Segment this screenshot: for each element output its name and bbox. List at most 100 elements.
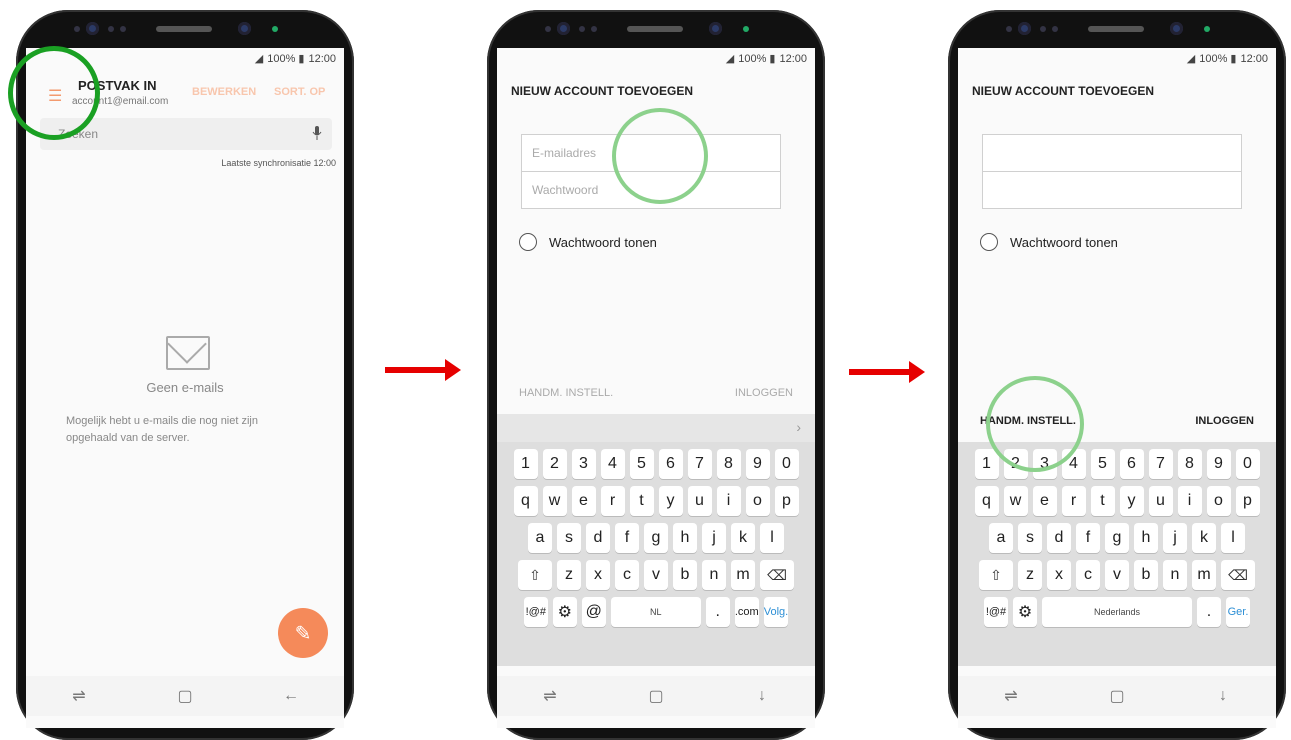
show-password-radio[interactable] xyxy=(980,233,998,251)
key[interactable]: u xyxy=(1148,486,1173,516)
chevron-right-icon[interactable]: › xyxy=(796,419,801,435)
key[interactable]: b xyxy=(1134,560,1158,590)
key[interactable]: s xyxy=(557,523,581,553)
key[interactable]: x xyxy=(586,560,610,590)
key[interactable]: 3 xyxy=(1032,449,1057,479)
symbols-key[interactable]: !@# xyxy=(984,597,1008,627)
key[interactable]: v xyxy=(644,560,668,590)
key[interactable]: d xyxy=(586,523,610,553)
space-key[interactable]: Nederlands xyxy=(1042,597,1192,627)
back-icon[interactable]: ← xyxy=(276,687,306,705)
key[interactable]: f xyxy=(1076,523,1100,553)
key[interactable]: b xyxy=(673,560,697,590)
key[interactable]: e xyxy=(1032,486,1057,516)
recents-icon[interactable]: ⇌ xyxy=(996,686,1026,706)
shift-key[interactable]: ⇧ xyxy=(979,560,1013,590)
next-key[interactable]: Volg. xyxy=(763,597,789,627)
key[interactable]: n xyxy=(1163,560,1187,590)
search-input[interactable]: Zoeken xyxy=(40,118,332,150)
key[interactable]: t xyxy=(1090,486,1115,516)
key[interactable]: a xyxy=(528,523,552,553)
key[interactable]: m xyxy=(1192,560,1216,590)
key[interactable]: h xyxy=(1134,523,1158,553)
show-password-option[interactable]: Wachtwoord tonen xyxy=(980,233,1118,251)
microphone-icon[interactable] xyxy=(312,126,322,140)
symbols-key[interactable]: !@# xyxy=(523,597,548,627)
settings-gear-icon[interactable]: ⚙ xyxy=(1013,597,1037,627)
home-icon[interactable]: ▢ xyxy=(170,686,200,706)
hide-keyboard-icon[interactable]: ↓ xyxy=(747,687,777,705)
key[interactable]: 7 xyxy=(1148,449,1173,479)
key[interactable]: 6 xyxy=(1119,449,1144,479)
key[interactable]: o xyxy=(745,486,770,516)
email-field[interactable] xyxy=(982,134,1242,172)
done-key[interactable]: Ger. xyxy=(1226,597,1250,627)
space-key[interactable]: NL xyxy=(610,597,701,627)
login-button[interactable]: INLOGGEN xyxy=(735,387,793,399)
key[interactable]: 1 xyxy=(513,449,538,479)
key[interactable]: p xyxy=(774,486,799,516)
key[interactable]: x xyxy=(1047,560,1071,590)
key[interactable]: i xyxy=(1177,486,1202,516)
key[interactable]: o xyxy=(1206,486,1231,516)
key[interactable]: 9 xyxy=(1206,449,1231,479)
key[interactable]: 9 xyxy=(745,449,770,479)
key[interactable]: q xyxy=(974,486,999,516)
key[interactable]: g xyxy=(1105,523,1129,553)
sort-button[interactable]: SORT. OP xyxy=(274,86,325,98)
home-icon[interactable]: ▢ xyxy=(641,686,671,706)
key[interactable]: 4 xyxy=(1061,449,1086,479)
key[interactable]: l xyxy=(1221,523,1245,553)
manual-setup-button[interactable]: HANDM. INSTELL. xyxy=(519,387,613,399)
key[interactable]: 0 xyxy=(774,449,799,479)
key[interactable]: f xyxy=(615,523,639,553)
key[interactable]: 2 xyxy=(1003,449,1028,479)
key[interactable]: e xyxy=(571,486,596,516)
show-password-option[interactable]: Wachtwoord tonen xyxy=(519,233,657,251)
key[interactable]: y xyxy=(658,486,683,516)
dot-key[interactable]: . xyxy=(1197,597,1221,627)
key[interactable]: c xyxy=(1076,560,1100,590)
key[interactable]: c xyxy=(615,560,639,590)
key[interactable]: u xyxy=(687,486,712,516)
key[interactable]: n xyxy=(702,560,726,590)
key[interactable]: k xyxy=(1192,523,1216,553)
email-field[interactable]: E-mailadres xyxy=(521,134,781,172)
key[interactable]: 7 xyxy=(687,449,712,479)
key[interactable]: s xyxy=(1018,523,1042,553)
home-icon[interactable]: ▢ xyxy=(1102,686,1132,706)
key[interactable]: z xyxy=(557,560,581,590)
password-field[interactable] xyxy=(982,171,1242,209)
edit-button[interactable]: BEWERKEN xyxy=(192,86,256,98)
dotcom-key[interactable]: .com xyxy=(734,597,759,627)
key[interactable]: d xyxy=(1047,523,1071,553)
key[interactable]: t xyxy=(629,486,654,516)
compose-button[interactable]: ✎ xyxy=(278,608,328,658)
key[interactable]: a xyxy=(989,523,1013,553)
backspace-key[interactable]: ⌫ xyxy=(760,560,794,590)
key[interactable]: j xyxy=(1163,523,1187,553)
key[interactable]: 6 xyxy=(658,449,683,479)
login-button[interactable]: INLOGGEN xyxy=(1195,415,1254,427)
key[interactable]: 1 xyxy=(974,449,999,479)
key[interactable]: v xyxy=(1105,560,1129,590)
key[interactable]: y xyxy=(1119,486,1144,516)
key[interactable]: h xyxy=(673,523,697,553)
hamburger-menu-icon[interactable]: ☰ xyxy=(48,86,62,106)
key[interactable]: k xyxy=(731,523,755,553)
manual-setup-button[interactable]: HANDM. INSTELL. xyxy=(980,415,1076,427)
key[interactable]: p xyxy=(1235,486,1260,516)
key[interactable]: 4 xyxy=(600,449,625,479)
hide-keyboard-icon[interactable]: ↓ xyxy=(1208,687,1238,705)
key[interactable]: g xyxy=(644,523,668,553)
shift-key[interactable]: ⇧ xyxy=(518,560,552,590)
key[interactable]: z xyxy=(1018,560,1042,590)
key[interactable]: 3 xyxy=(571,449,596,479)
key[interactable]: w xyxy=(1003,486,1028,516)
key[interactable]: w xyxy=(542,486,567,516)
key[interactable]: r xyxy=(1061,486,1086,516)
recents-icon[interactable]: ⇌ xyxy=(64,686,94,706)
key[interactable]: l xyxy=(760,523,784,553)
key[interactable]: m xyxy=(731,560,755,590)
password-field[interactable]: Wachtwoord xyxy=(521,171,781,209)
